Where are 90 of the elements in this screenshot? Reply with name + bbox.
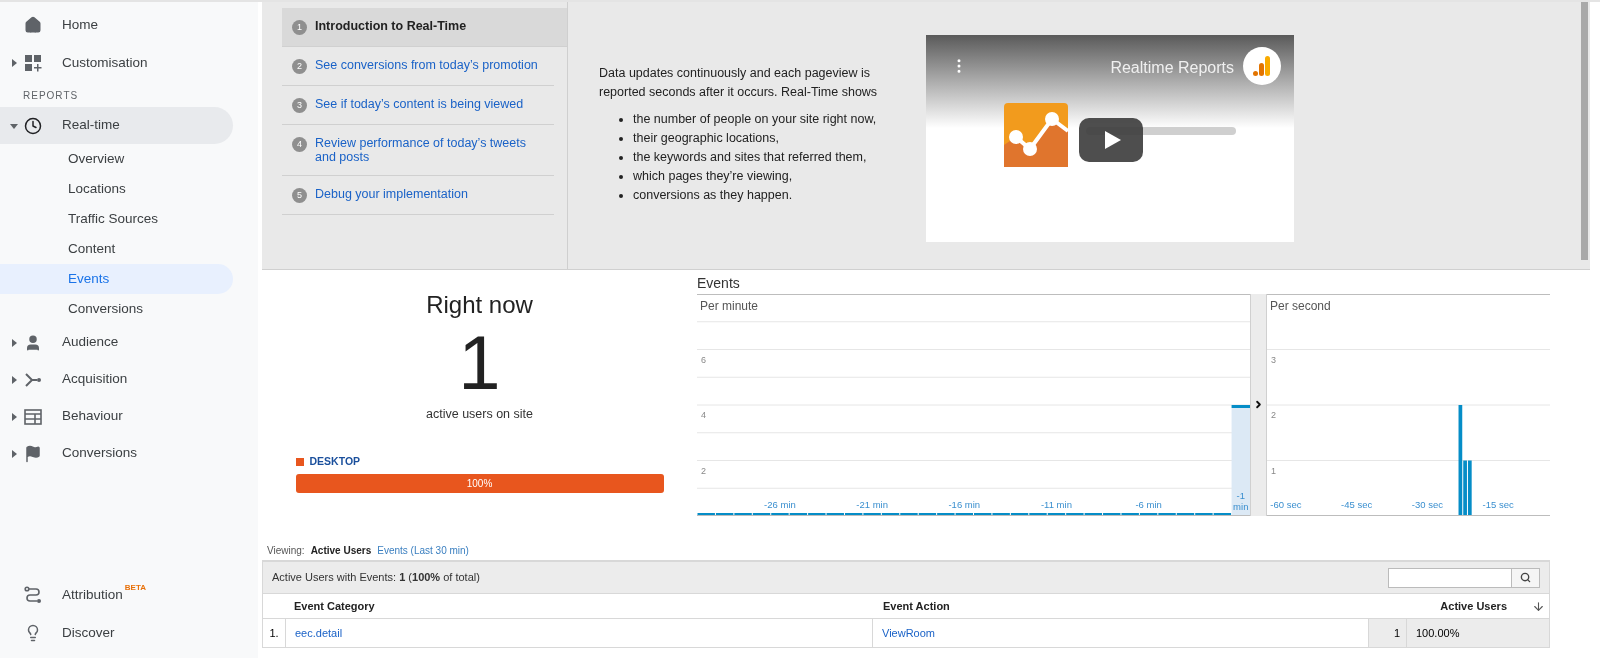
x-tick-label: -11 min [1039, 499, 1073, 510]
nav-item[interactable]: Customisation [62, 52, 148, 74]
nav-group[interactable]: Audience [0, 324, 233, 361]
row-number: 1. [263, 619, 286, 647]
x-tick-label: -60 sec [1269, 499, 1303, 510]
device-label: DESKTOP [309, 453, 361, 469]
nav-subitem[interactable]: Locations [0, 174, 233, 204]
caret-down-icon[interactable] [10, 121, 18, 130]
step-item[interactable]: 4 Review performance of today’s tweets and posts [282, 125, 554, 176]
table-summary: Active Users with Events: 1 (100% of total) [272, 570, 480, 586]
section-heading: REPORTS [22, 89, 80, 103]
chart-label: Per second [1270, 298, 1331, 315]
x-tick-label: -26 min [763, 499, 797, 510]
description-text: Data updates continuously and each pageview is reported seconds after it occurs. Real-Time shows [599, 65, 879, 101]
bullet-text: the number of people on your site right now, [619, 110, 898, 129]
search-field[interactable] [1388, 567, 1540, 588]
table-cell: 1 [1369, 619, 1407, 647]
step-number: 3 [292, 98, 307, 113]
sort-arrow-icon[interactable] [1532, 599, 1545, 613]
bar-chart-logo-icon [1243, 47, 1281, 85]
step-number: 2 [292, 59, 307, 74]
nav-group[interactable]: Conversions [0, 435, 233, 472]
x-tick-label: -6 min [1134, 499, 1163, 510]
events-title: Events [697, 274, 741, 293]
caret-right-icon[interactable] [10, 59, 18, 67]
x-tick-label: -21 min [855, 499, 889, 510]
window-icon [24, 407, 42, 426]
x-tick-label: -15 sec [1481, 499, 1515, 510]
route-icon [24, 586, 42, 604]
step-number: 5 [292, 188, 307, 203]
step-number: 4 [292, 137, 307, 152]
x-tick-label: -30 sec [1410, 499, 1444, 510]
active-user-count: 1 [458, 323, 501, 403]
nav-group[interactable]: Acquisition [0, 361, 233, 398]
y-tick-label: 1 [1271, 464, 1276, 478]
step-item[interactable]: 5 Debug your implementation [282, 176, 554, 215]
table-cell: 100.00% [1407, 619, 1549, 647]
y-tick-label: 2 [1271, 409, 1276, 422]
nav-item[interactable]: Discover [62, 622, 115, 644]
column-header[interactable]: Active Users [1343, 597, 1532, 615]
table-cell[interactable]: eec.detail [286, 619, 873, 647]
chart-label: Per minute [700, 298, 759, 315]
x-tick-label: -1 min [1232, 490, 1250, 512]
caret-right-icon[interactable] [10, 375, 18, 384]
nav-subitem[interactable]: Events [0, 264, 233, 294]
device-share-bar: 100% [295, 473, 664, 493]
column-header[interactable]: Event Action [873, 597, 1343, 615]
step-item[interactable]: 2 See conversions from today’s promotion [282, 47, 554, 86]
nav-group[interactable]: Real-time [0, 107, 233, 144]
caret-right-icon[interactable] [10, 449, 18, 458]
nav-subitem[interactable]: Conversions [0, 294, 233, 324]
beta-label: BETA [124, 582, 146, 594]
nav-item[interactable]: Attribution [62, 584, 123, 606]
step-item[interactable]: 1 Introduction to Real-Time [282, 8, 567, 47]
step-number: 1 [292, 20, 307, 35]
caret-right-icon[interactable] [10, 338, 18, 347]
home-icon [24, 16, 42, 34]
bullet-text: which pages they’re viewing, [619, 167, 898, 186]
x-tick-label: -45 sec [1340, 499, 1374, 510]
nav-subitem[interactable]: Content [0, 234, 233, 264]
nav-item[interactable]: Home [62, 14, 98, 36]
bullet-text: their geographic locations, [619, 129, 898, 148]
view-tab[interactable]: Active Users [310, 542, 372, 558]
grid-plus-icon [24, 54, 42, 72]
flag-icon [24, 444, 42, 463]
fork-icon [24, 370, 42, 389]
scrollbar-thumb[interactable] [1581, 2, 1588, 260]
nav-subitem[interactable]: Traffic Sources [0, 204, 233, 234]
search-icon[interactable] [1520, 572, 1531, 583]
caret-right-icon[interactable] [10, 412, 18, 421]
bullet-text: the keywords and sites that referred them, [619, 148, 898, 167]
chevron-right-icon[interactable] [1253, 399, 1264, 410]
column-header[interactable]: Event Category [263, 597, 873, 615]
active-users-caption: active users on site [426, 406, 533, 423]
y-tick-label: 4 [701, 409, 706, 422]
step-item[interactable]: 3 See if today’s content is being viewed [282, 86, 554, 125]
nav-group[interactable]: Behaviour [0, 398, 233, 435]
y-tick-label: 3 [1271, 353, 1276, 367]
play-icon[interactable] [1079, 118, 1143, 162]
bullet-text: conversions as they happen. [619, 186, 898, 205]
clock-icon [24, 116, 42, 135]
y-tick-label: 6 [701, 353, 706, 367]
view-tab[interactable]: Events (Last 30 min) [377, 542, 469, 558]
viewing-label: Viewing: [267, 543, 305, 558]
person-icon [24, 333, 42, 352]
video-title: Realtime Reports [1110, 58, 1234, 78]
right-now-heading: Right now [426, 290, 533, 320]
y-tick-label: 2 [701, 464, 706, 478]
x-tick-label: -16 min [947, 499, 982, 510]
nav-subitem[interactable]: Overview [0, 144, 233, 174]
